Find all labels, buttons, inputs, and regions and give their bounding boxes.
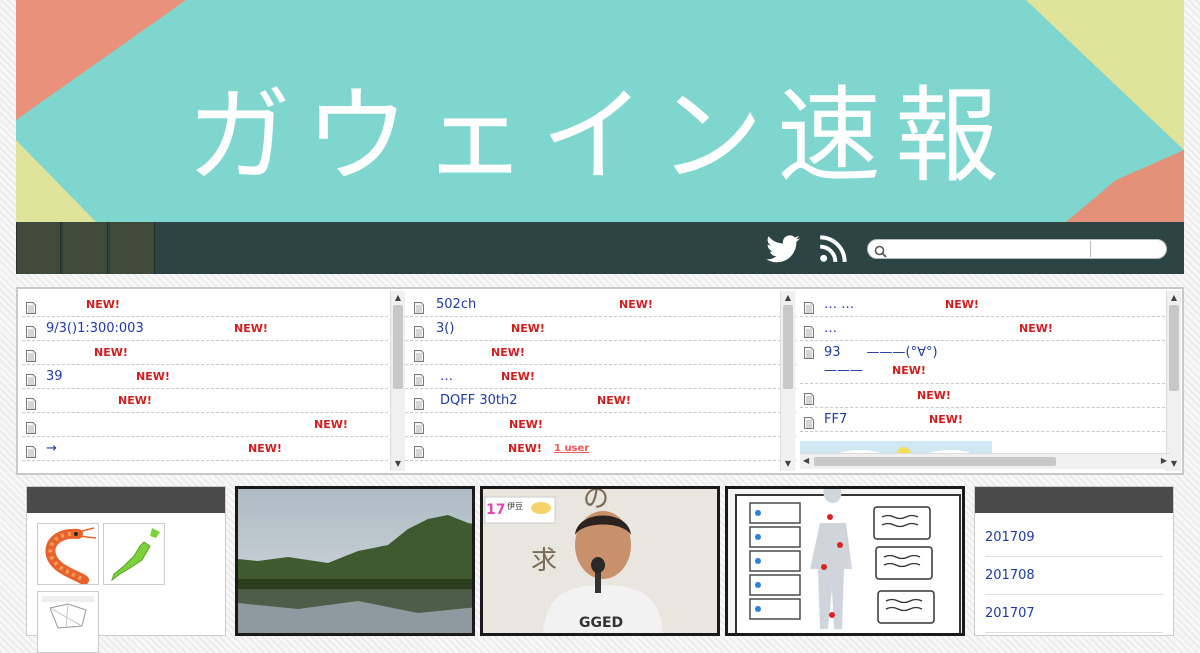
new-badge: NEW! (945, 298, 979, 311)
feed-row-title[interactable]: → (46, 437, 57, 461)
feed-column-3-hscrollbar[interactable]: ◀ ▶ (800, 453, 1170, 469)
svg-text:GGED: GGED (579, 615, 623, 631)
site-banner[interactable]: ガウェイン速報 (16, 0, 1184, 222)
new-badge: NEW! (929, 413, 963, 426)
new-badge: NEW! (1019, 322, 1053, 335)
archive-link-201708[interactable]: 201708 (985, 557, 1163, 595)
new-badge: NEW! (509, 418, 543, 431)
rss-icon[interactable] (819, 235, 847, 267)
nav-tab-2[interactable] (63, 222, 108, 274)
archive-link-201709[interactable]: 201709 (985, 519, 1163, 557)
svg-text:伊豆: 伊豆 (507, 501, 523, 511)
feed-column-2: 502ch NEW! 3() NEW! NEW!… NEW! DQFF 30th2 NEW! N… (410, 293, 796, 469)
new-badge: NEW! (597, 394, 631, 407)
feed-row[interactable]: NEW! (410, 341, 796, 365)
feed-row[interactable]: NEW! (22, 341, 408, 365)
site-title: ガウェイン速報 (186, 75, 1013, 197)
navigation-bar (16, 222, 1184, 274)
feed-row[interactable]: → NEW! (22, 437, 408, 461)
feed-row-partial (410, 461, 796, 469)
archive-widget: 201709 201708 201707 (974, 486, 1174, 636)
feed-row-title[interactable]: 9/3()1:300:003 (46, 317, 144, 341)
new-badge: NEW! (491, 346, 525, 359)
nav-tab-3[interactable] (110, 222, 155, 274)
feed-row[interactable]: … … NEW! (800, 293, 1170, 317)
feed-row-title[interactable]: 39 (46, 365, 63, 389)
feed-row[interactable]: NEW! 1 user (410, 437, 796, 461)
feed-row[interactable]: 3() NEW! (410, 317, 796, 341)
japan-map-icon (111, 528, 160, 582)
document-icon (414, 467, 424, 469)
new-badge: NEW! (234, 322, 268, 335)
article-card-illustration[interactable] (725, 486, 965, 636)
feed-row[interactable]: FF7 NEW! (800, 408, 1170, 432)
feed-row-title[interactable]: … (440, 365, 453, 389)
feed-row[interactable]: 502ch NEW! (410, 293, 796, 317)
new-badge: NEW! (511, 322, 545, 335)
feed-row-title[interactable]: … … (824, 293, 854, 317)
document-icon (26, 467, 36, 469)
feed-column-2-scrollbar[interactable]: ▲ ▼ (780, 291, 795, 471)
feed-row[interactable]: 93 ———(°∀°)——— NEW! (800, 341, 1170, 384)
svg-text:17: 17 (486, 502, 505, 518)
feed-column-3-scrollbar[interactable]: ▲ ▼ (1166, 291, 1181, 471)
search-icon (874, 243, 887, 262)
document-icon (804, 347, 814, 365)
new-badge: NEW! (94, 346, 128, 359)
new-badge: NEW! (314, 418, 348, 431)
feed-row[interactable]: 9/3()1:300:003 NEW! (22, 317, 408, 341)
map-icon (42, 596, 94, 629)
svg-text:の: の (583, 489, 609, 514)
feed-row-title[interactable]: 3() (436, 317, 454, 341)
japan-map-category-tile[interactable] (103, 523, 165, 585)
archive-link-201707[interactable]: 201707 (985, 595, 1163, 633)
widget-header (27, 487, 225, 513)
new-badge: NEW! (619, 298, 653, 311)
article-card-person[interactable]: の 求 17 伊豆 GGED (480, 486, 720, 636)
body-illustration (728, 489, 962, 633)
speaker-photo: の 求 17 伊豆 GGED (483, 489, 717, 633)
shrimp-icon (45, 527, 97, 585)
shrimp-category-tile[interactable] (37, 523, 99, 585)
search-input[interactable] (892, 241, 1091, 257)
new-badge: NEW! (248, 442, 282, 455)
new-badge: NEW! (508, 442, 542, 455)
feed-row-title[interactable]: FF7 (824, 408, 847, 432)
feed-row[interactable]: 39 NEW! (22, 365, 408, 389)
feed-row[interactable]: NEW! (800, 384, 1170, 408)
feed-row-title[interactable]: DQFF 30th2 (440, 389, 517, 413)
feed-row[interactable]: DQFF 30th2 NEW! (410, 389, 796, 413)
article-card-lake[interactable] (235, 486, 475, 636)
twitter-icon[interactable] (766, 235, 800, 267)
search-box (867, 239, 1167, 259)
svg-text:求: 求 (531, 546, 557, 576)
new-badge: NEW! (501, 370, 535, 383)
new-badge: NEW! (892, 364, 926, 377)
feed-row[interactable]: NEW! (22, 293, 408, 317)
widget-header (975, 487, 1173, 513)
feed-column-1-scrollbar[interactable]: ▲ ▼ (390, 291, 405, 471)
feed-column-1: NEW! 9/3()1:300:003 NEW! NEW! 39 NEW! NEW! NEW!… (22, 293, 408, 469)
feed-row[interactable]: … NEW! (800, 317, 1170, 341)
document-icon (804, 414, 814, 438)
new-badge: NEW! (86, 298, 120, 311)
feed-row-title[interactable]: … (824, 317, 837, 341)
user-count-badge[interactable]: 1 user (554, 437, 589, 461)
antenna-feed-panel: NEW! 9/3()1:300:003 NEW! NEW! 39 NEW! NEW! NEW!… (16, 287, 1184, 475)
new-badge: NEW! (118, 394, 152, 407)
map-category-tile[interactable] (37, 591, 99, 653)
feed-row-title[interactable]: 502ch (436, 293, 476, 317)
lake-photo (238, 489, 472, 633)
feed-row-partial (22, 461, 408, 469)
new-badge: NEW! (136, 370, 170, 383)
feed-row[interactable]: NEW! (22, 413, 408, 437)
feed-thumbnail (800, 441, 992, 453)
feed-row[interactable]: NEW! (22, 389, 408, 413)
nav-tab-1[interactable] (16, 222, 61, 274)
new-badge: NEW! (917, 389, 951, 402)
archive-list: 201709 201708 201707 (975, 513, 1173, 633)
feed-row[interactable]: NEW! (410, 413, 796, 437)
category-widget (26, 486, 226, 653)
feed-row[interactable]: … NEW! (410, 365, 796, 389)
